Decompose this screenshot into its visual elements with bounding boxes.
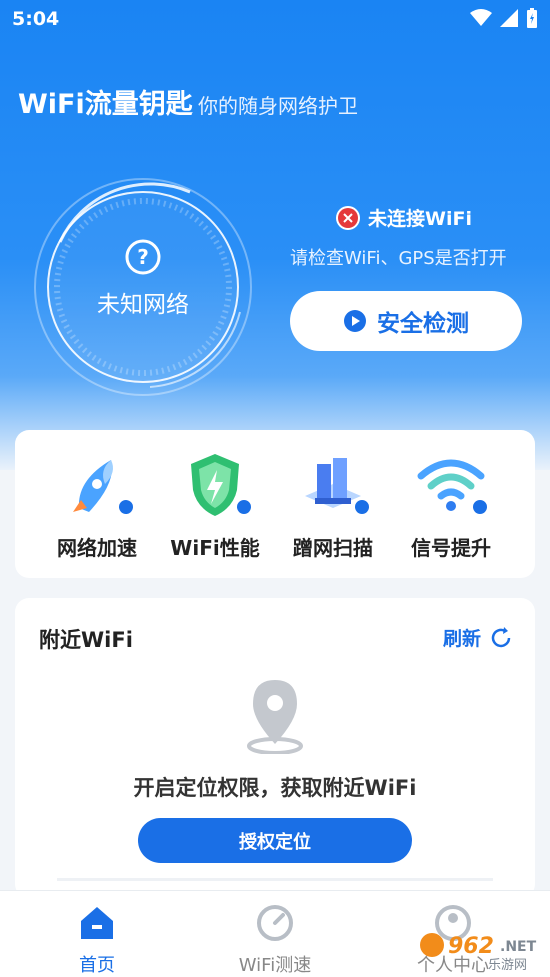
svg-text:.NET: .NET [500,939,537,955]
server-scan-icon [295,450,371,520]
play-badge-icon [235,498,253,516]
refresh-icon [491,626,511,647]
tab-label: 首页 [79,955,115,976]
tab-speed-test[interactable]: WiFi测速 [215,903,335,977]
svg-text:乐游网: 乐游网 [488,958,527,973]
error-icon [336,205,360,230]
tool-wifi-performance[interactable]: WiFi性能 [155,450,275,561]
shield-bolt-icon [177,450,253,520]
svg-text:962: 962 [448,934,494,959]
security-scan-label: 安全检测 [377,311,469,337]
status-icons [470,8,538,28]
tool-label: 网络加速 [57,536,137,560]
tool-label: 信号提升 [411,536,491,560]
battery-icon [527,8,537,28]
refresh-button[interactable]: 刷新 [443,624,513,651]
app-title: WiFi流量钥匙 [18,89,193,120]
location-permission-text: 开启定位权限，获取附近WiFi [133,776,417,800]
connection-status: 未连接WiFi [336,204,472,231]
svg-text:?: ? [137,245,149,269]
network-status-label: 未知网络 [97,292,189,318]
tools-panel: 网络加速 WiFi性能 蹭网扫描 信号提升 [15,430,535,578]
tool-label: WiFi性能 [170,536,260,560]
wifi-signal-icon [413,450,489,520]
wifi-status-icon [470,9,492,26]
status-bar: 5:04 [0,0,550,38]
watermark-logo: 962 .NET 乐游网 [420,933,537,973]
security-scan-button[interactable]: 安全检测 [290,291,522,351]
status-time: 5:04 [12,8,60,30]
authorize-location-button[interactable]: 授权定位 [138,818,412,863]
tab-home[interactable]: 首页 [37,903,157,977]
tool-label: 蹭网扫描 [293,536,373,560]
speedometer-icon [257,905,293,941]
play-badge-icon [117,498,135,516]
home-icon [81,907,113,939]
connection-status-text: 未连接WiFi [368,208,472,230]
cell-signal-icon [500,9,518,27]
nearby-wifi-title: 附近WiFi [39,628,133,652]
app-subtitle: 你的随身网络护卫 [198,94,358,118]
location-pin-icon [247,680,303,754]
rocket-icon [59,450,135,520]
tool-network-boost[interactable]: 网络加速 [37,450,157,561]
tool-signal-boost[interactable]: 信号提升 [391,450,511,561]
play-badge-icon [471,498,489,516]
connection-hint: 请检查WiFi、GPS是否打开 [290,248,507,269]
tab-label: WiFi测速 [238,955,312,976]
play-icon [344,310,366,332]
tool-freeloader-scan[interactable]: 蹭网扫描 [273,450,393,561]
refresh-label: 刷新 [442,628,481,650]
divider [57,878,493,881]
play-badge-icon [353,498,371,516]
nearby-wifi-card: 附近WiFi 刷新 开启定位权限，获取附近WiFi 授权定位 [15,598,535,898]
